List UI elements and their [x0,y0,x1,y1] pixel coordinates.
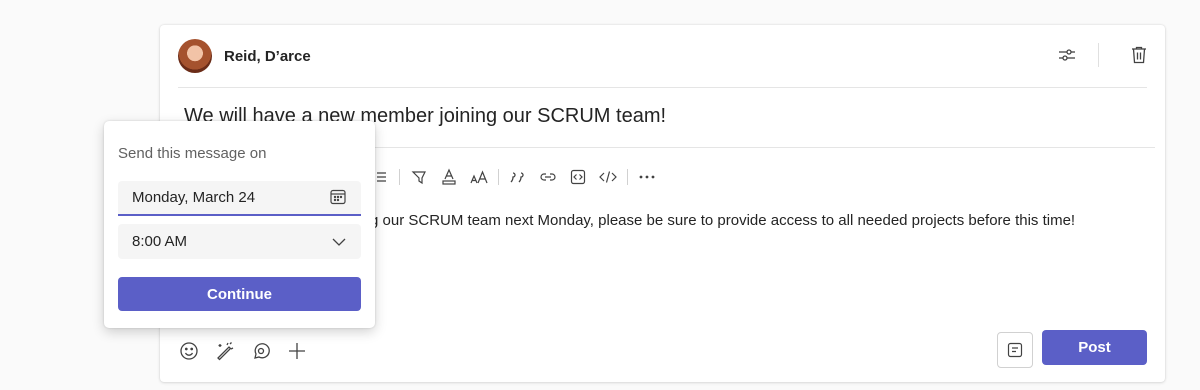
code-snippet-icon [570,169,586,185]
note-icon [1007,342,1023,358]
schedule-send-button[interactable] [997,332,1033,368]
magic-wand-icon [215,341,235,361]
more-options-button[interactable] [632,165,662,189]
highlight-button[interactable] [404,165,434,189]
chevron-down-icon [331,234,347,250]
continue-button[interactable]: Continue [118,277,361,311]
list-icon [373,170,387,184]
delete-button[interactable] [1126,42,1152,68]
code-icon [598,170,618,184]
more-icon [639,175,655,179]
date-value: Monday, March 24 [132,189,256,206]
code-snippet-button[interactable] [563,165,593,189]
quote-icon [510,170,526,184]
loop-button[interactable] [248,338,274,364]
toolbar-divider [627,169,628,185]
font-size-icon [470,170,488,184]
compose-footer-actions [176,338,310,364]
font-color-icon [441,168,457,186]
time-dropdown[interactable]: 8:00 AM [118,224,361,259]
schedule-popover: Send this message on Monday, March 24 8:… [104,121,375,328]
avatar [178,39,212,73]
author-name: Reid, D’arce [224,48,311,65]
code-button[interactable] [593,165,623,189]
toolbar-divider [399,169,400,185]
add-icon [288,342,306,360]
calendar-icon[interactable] [329,188,347,206]
date-picker-field[interactable]: Monday, March 24 [118,181,361,216]
magic-wand-button[interactable] [212,338,238,364]
stage: Reid, D’arce We will have a new member j… [0,0,1200,390]
loop-icon [251,341,271,361]
format-options-button[interactable] [1054,42,1080,68]
link-icon [539,171,557,183]
toolbar-divider [498,169,499,185]
font-color-button[interactable] [434,165,464,189]
header-divider [1098,43,1099,67]
trash-icon [1130,45,1148,65]
sliders-icon [1057,45,1077,65]
post-button[interactable]: Post [1042,330,1147,365]
highlight-icon [411,169,427,185]
emoji-icon [179,341,199,361]
quote-button[interactable] [503,165,533,189]
time-value: 8:00 AM [132,233,188,250]
emoji-button[interactable] [176,338,202,364]
compose-header: Reid, D’arce [178,37,1147,88]
font-size-button[interactable] [464,165,494,189]
message-body[interactable]: g our SCRUM team next Monday, please be … [370,212,1075,229]
popover-title: Send this message on [118,145,267,162]
link-button[interactable] [533,165,563,189]
add-button[interactable] [284,338,310,364]
formatting-toolbar [365,165,662,189]
